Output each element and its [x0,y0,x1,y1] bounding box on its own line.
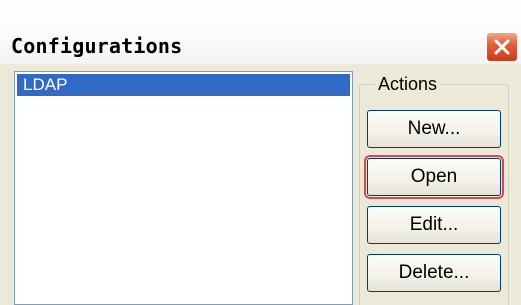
new-button[interactable]: New... [367,110,501,148]
close-button[interactable] [486,32,518,62]
configurations-listbox[interactable]: LDAP [14,71,353,305]
delete-button[interactable]: Delete... [367,254,501,292]
configurations-dialog: Configurations LDAP Actions New... Open … [0,0,521,305]
close-icon [494,39,510,55]
list-item[interactable]: LDAP [17,74,350,96]
actions-group-label: Actions [375,73,441,95]
dialog-body: LDAP Actions New... Open Edit... Delete.… [0,64,521,305]
edit-button[interactable]: Edit... [367,206,501,244]
open-button[interactable]: Open [364,155,504,199]
dialog-title: Configurations [11,34,183,58]
title-bar[interactable]: Configurations [0,0,521,64]
